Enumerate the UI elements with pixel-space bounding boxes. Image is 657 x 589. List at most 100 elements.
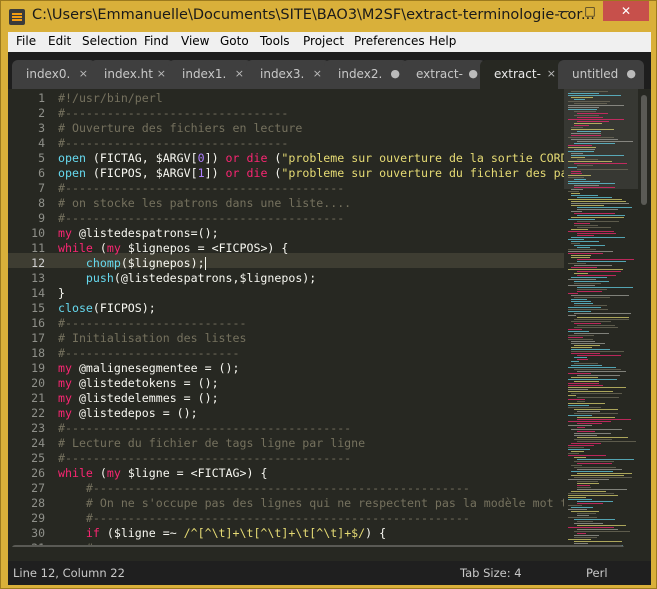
tab-index1[interactable]: index1. ×: [168, 60, 252, 89]
tab-size-indicator[interactable]: Tab Size: 4: [460, 566, 522, 580]
minimap-stroke: [571, 157, 585, 158]
code-line[interactable]: #---------------------------------------…: [58, 211, 344, 226]
minimap-stroke: [568, 311, 591, 312]
cursor-position: Line 12, Column 22: [13, 566, 125, 580]
code-token: # On ne s'occupe pas des lignes qui ne r…: [85, 496, 564, 510]
tab-close-icon[interactable]: ×: [235, 60, 244, 88]
minimap-stroke: [568, 307, 601, 308]
code-line[interactable]: my @listedespatrons=();: [58, 226, 219, 241]
minimap-stroke: [574, 319, 629, 320]
tab-index2[interactable]: index2. ●: [324, 60, 408, 89]
tab-index-html[interactable]: index.ht ×: [90, 60, 174, 89]
code-line[interactable]: my @listedetokens = ();: [58, 376, 219, 391]
code-line[interactable]: # Ouverture des fichiers en lecture: [58, 121, 302, 136]
tab-close-icon[interactable]: ×: [79, 60, 88, 88]
code-token: (FICPOS);: [92, 301, 156, 315]
code-line[interactable]: my @listedepos = ();: [58, 406, 198, 421]
minimap-stroke: [577, 473, 632, 474]
code-token: #---------------------------------------…: [85, 481, 470, 495]
code-line[interactable]: # Lecture du fichier de tags ligne par l…: [58, 436, 365, 451]
minimap-stroke: [571, 171, 581, 172]
code-line[interactable]: #--------------------------: [58, 316, 246, 331]
unsaved-dot-icon[interactable]: ●: [390, 60, 400, 88]
syntax-indicator[interactable]: Perl: [586, 566, 608, 580]
menu-file[interactable]: File: [16, 34, 36, 48]
tab-label: index1.: [182, 67, 227, 81]
code-line[interactable]: # Initialisation des listes: [58, 331, 246, 346]
code-line[interactable]: if ($ligne =~ /^[^\t]+\t[^\t]+\t[^\t]+$/…: [58, 526, 386, 541]
minimap-stroke: [574, 357, 587, 358]
code-line[interactable]: my @listedelemmes = ();: [58, 391, 219, 406]
menu-goto[interactable]: Goto: [220, 34, 249, 48]
code-line[interactable]: push(@listedespatrons,$lignepos);: [58, 271, 316, 286]
code-token: #---------------------------------------…: [58, 211, 345, 225]
code-token: ($ligne =~: [99, 526, 184, 540]
code-area[interactable]: #!/usr/bin/perl #------------------------…: [58, 89, 564, 547]
menu-preferences[interactable]: Preferences: [354, 34, 425, 48]
minimap[interactable]: [564, 89, 638, 547]
code-line[interactable]: #---------------------------------------…: [58, 181, 344, 196]
code-editor[interactable]: 1 2 3 4 5 6 7 8 9 10 11 12 13 14 15 16 17 18 19 20 21 22 23 24 2…: [8, 89, 651, 547]
code-line[interactable]: #--------------------------------: [58, 136, 288, 151]
menu-view[interactable]: View: [181, 34, 209, 48]
code-line[interactable]: while (my $lignepos = <FICPOS>) {: [58, 241, 288, 256]
minimap-stroke: [577, 501, 613, 502]
code-line[interactable]: }: [58, 286, 65, 301]
tab-index3[interactable]: index3. ×: [246, 60, 330, 89]
close-button[interactable]: ✕: [603, 1, 649, 21]
code-line[interactable]: # On ne s'occupe pas des lignes qui ne r…: [58, 496, 564, 511]
title-bar[interactable]: C:\Users\Emmanuelle\Documents\SITE\BAO3\…: [1, 1, 656, 32]
minimap-stroke: [574, 519, 615, 520]
code-line[interactable]: #-------------------------: [58, 346, 239, 361]
code-line[interactable]: #---------------------------------------…: [58, 481, 470, 496]
code-line[interactable]: close(FICPOS);: [58, 301, 156, 316]
tab-index0[interactable]: index0. ×: [12, 60, 96, 89]
minimap-stroke: [574, 461, 614, 462]
unsaved-dot-icon[interactable]: ●: [626, 60, 636, 88]
code-line[interactable]: open (FICTAG, $ARGV[0]) or die ("problem…: [58, 151, 564, 166]
minimap-stroke: [577, 463, 612, 464]
code-line[interactable]: open (FICPOS, $ARGV[1]) or die ("problem…: [58, 166, 564, 181]
minimap-stroke: [577, 233, 616, 234]
code-line[interactable]: #--------------------------------: [58, 106, 288, 121]
menu-project[interactable]: Project: [303, 34, 344, 48]
minimap-stroke: [568, 95, 621, 96]
tab-untitled[interactable]: untitled ●: [558, 60, 644, 89]
minimap-stroke: [571, 257, 590, 258]
menu-tools[interactable]: Tools: [260, 34, 290, 48]
menu-find[interactable]: Find: [144, 34, 169, 48]
code-line[interactable]: #---------------------------------------…: [58, 421, 351, 436]
minimap-stroke: [568, 527, 614, 528]
menu-edit[interactable]: Edit: [48, 34, 71, 48]
minimize-button[interactable]: —: [550, 1, 577, 21]
tab-close-icon[interactable]: ×: [157, 60, 166, 88]
code-line[interactable]: # on stocke les patrons dans une liste..…: [58, 196, 351, 211]
maximize-button[interactable]: □: [577, 1, 603, 21]
code-token: close: [58, 301, 93, 315]
code-line[interactable]: #---------------------------------------…: [58, 451, 351, 466]
code-line[interactable]: while (my $ligne = <FICTAG>) {: [58, 466, 267, 481]
code-line[interactable]: chomp($lignepos);: [58, 256, 206, 271]
menu-help[interactable]: Help: [429, 34, 456, 48]
code-line[interactable]: #---------------------------------------…: [58, 511, 470, 526]
tab-close-icon[interactable]: ×: [547, 60, 556, 88]
minimap-stroke: [577, 271, 621, 272]
vertical-scroll-thumb[interactable]: [641, 95, 647, 205]
code-line[interactable]: #!/usr/bin/perl: [58, 91, 163, 106]
unsaved-dot-icon[interactable]: ●: [468, 60, 478, 88]
tab-label: index.ht: [104, 67, 153, 81]
tab-close-icon[interactable]: ×: [313, 60, 322, 88]
minimap-stroke: [577, 459, 634, 460]
minimap-stroke: [574, 123, 602, 124]
minimap-stroke: [574, 297, 610, 298]
tab-extract-2-active[interactable]: extract- ×: [480, 60, 564, 89]
menu-selection[interactable]: Selection: [82, 34, 137, 48]
code-token: my: [106, 466, 121, 480]
minimap-stroke: [571, 173, 582, 174]
code-line[interactable]: my @malignesegmentee = ();: [58, 361, 240, 376]
vertical-scrollbar[interactable]: [638, 89, 651, 547]
code-token: ($lignepos);: [120, 256, 205, 270]
minimap-stroke: [577, 503, 603, 504]
tab-extract-1[interactable]: extract- ●: [402, 60, 486, 89]
